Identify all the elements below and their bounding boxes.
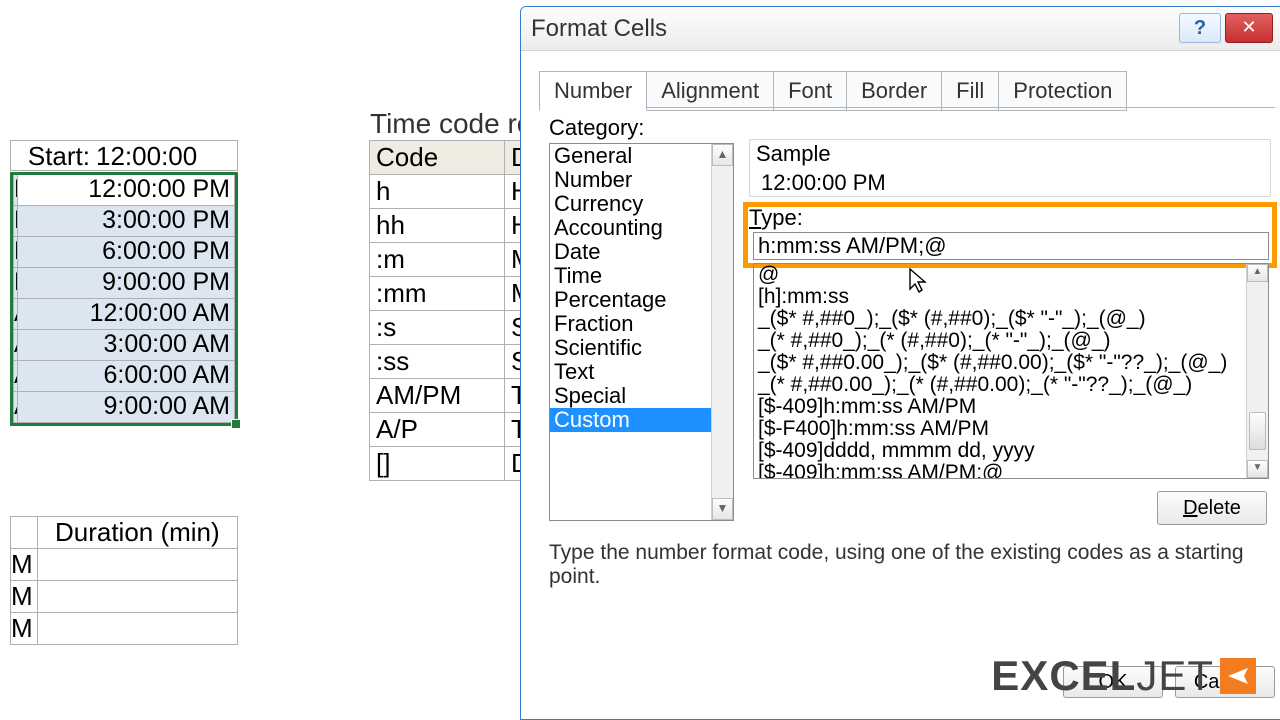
dialog-titlebar[interactable]: Format Cells ? ✕ [521, 7, 1280, 51]
format-item[interactable]: [$-F400]h:mm:ss AM/PM [754, 418, 1268, 440]
tab-font[interactable]: Font [773, 71, 847, 111]
delete-button[interactable]: Delete [1157, 491, 1267, 525]
time-row[interactable]: A3:00:00 AM [13, 330, 235, 361]
scroll-up-button[interactable]: ▲ [712, 144, 733, 166]
time-cell[interactable]: 6:00:00 AM [18, 361, 235, 392]
selection-range[interactable]: P12:00:00 PMP3:00:00 PMP6:00:00 PMP9:00:… [10, 172, 238, 426]
time-cell[interactable]: 9:00:00 PM [18, 268, 235, 299]
tab-fill[interactable]: Fill [941, 71, 999, 111]
format-cells-dialog: Format Cells ? ✕ NumberAlignmentFontBord… [520, 6, 1280, 720]
watermark-excel: EXCEL [991, 652, 1136, 700]
time-cell[interactable]: 12:00:00 PM [18, 175, 235, 206]
time-row[interactable]: P9:00:00 PM [13, 268, 235, 299]
fill-handle[interactable] [231, 419, 241, 429]
time-row[interactable]: A9:00:00 AM [13, 392, 235, 423]
time-table: Start: 12:00:00 [10, 140, 238, 171]
category-item-custom[interactable]: Custom [550, 408, 733, 432]
dialog-title: Format Cells [531, 15, 667, 43]
scroll-down-button[interactable]: ▼ [712, 498, 733, 520]
time-cell[interactable]: 3:00:00 PM [18, 206, 235, 237]
format-code-listbox[interactable]: @[h]:mm:ss_($* #,##0_);_($* (#,##0);_($*… [753, 263, 1269, 479]
format-item[interactable]: _(* #,##0.00_);_(* (#,##0.00);_(* "-"??_… [754, 374, 1268, 396]
watermark-jet: JET [1136, 652, 1214, 700]
watermark-plane-icon [1220, 658, 1256, 694]
category-item-accounting[interactable]: Accounting [550, 216, 733, 240]
dur-cell[interactable] [37, 613, 237, 645]
ref-header-code: Code [370, 141, 505, 175]
ref-code-cell[interactable]: hh [370, 209, 505, 243]
help-button[interactable]: ? [1179, 13, 1221, 43]
format-item[interactable]: _($* #,##0.00_);_($* (#,##0.00);_($* "-"… [754, 352, 1268, 374]
format-item[interactable]: [$-409]h:mm:ss AM/PM [754, 396, 1268, 418]
category-item-percentage[interactable]: Percentage [550, 288, 733, 312]
sample-value: 12:00:00 PM [761, 170, 886, 196]
start-label: Start: [11, 141, 96, 170]
tab-alignment[interactable]: Alignment [646, 71, 774, 111]
dur-left-cell[interactable]: M [11, 581, 38, 613]
tab-number[interactable]: Number [539, 71, 647, 111]
dialog-tabs: NumberAlignmentFontBorderFillProtection [539, 71, 1126, 111]
category-item-currency[interactable]: Currency [550, 192, 733, 216]
format-item[interactable]: [$-409]h:mm:ss AM/PM;@ [754, 462, 1268, 479]
time-row[interactable]: P12:00:00 PM [13, 175, 235, 206]
start-header-row: Start: 12:00:00 [10, 140, 238, 171]
format-item[interactable]: @ [754, 264, 1268, 286]
format-item[interactable]: [$-409]dddd, mmmm dd, yyyy [754, 440, 1268, 462]
time-row[interactable]: P3:00:00 PM [13, 206, 235, 237]
format-item[interactable]: _($* #,##0_);_($* (#,##0);_($* "-"_);_(@… [754, 308, 1268, 330]
format-scrollbar[interactable]: ▲ ▼ [1246, 264, 1268, 478]
category-label: Category: [549, 115, 644, 141]
duration-header: Duration (min) [37, 517, 237, 549]
close-button[interactable]: ✕ [1225, 13, 1273, 43]
category-scrollbar[interactable]: ▲ ▼ [711, 144, 733, 520]
sample-label: Sample [756, 141, 831, 167]
time-cell[interactable]: 9:00:00 AM [18, 392, 235, 423]
scroll-thumb[interactable] [1249, 412, 1266, 450]
format-item[interactable]: _(* #,##0_);_(* (#,##0);_(* "-"_);_(@_) [754, 330, 1268, 352]
ref-code-cell[interactable]: :mm [370, 277, 505, 311]
type-label: Type: [749, 205, 803, 231]
category-item-time[interactable]: Time [550, 264, 733, 288]
dur-left-header [11, 517, 38, 549]
time-cell[interactable]: 12:00:00 AM [18, 299, 235, 330]
dur-left-cell[interactable]: M [11, 549, 38, 581]
scroll-up-button[interactable]: ▲ [1247, 264, 1268, 282]
category-item-number[interactable]: Number [550, 168, 733, 192]
scroll-down-button[interactable]: ▼ [1247, 460, 1268, 478]
category-item-general[interactable]: General [550, 144, 733, 168]
category-item-text[interactable]: Text [550, 360, 733, 384]
tab-border[interactable]: Border [846, 71, 942, 111]
ref-code-cell[interactable]: AM/PM [370, 379, 505, 413]
ref-code-cell[interactable]: :s [370, 311, 505, 345]
dur-left-cell[interactable]: M [11, 613, 38, 645]
ref-code-cell[interactable]: :ss [370, 345, 505, 379]
mouse-cursor-icon [908, 267, 928, 293]
time-code-reference-table: Code D hHhhH:mM:mmM:sS:ssSAM/PMTA/PT[]D [369, 140, 540, 481]
duration-table: Duration (min) MMM [10, 516, 238, 645]
category-item-special[interactable]: Special [550, 384, 733, 408]
dur-cell[interactable] [37, 581, 237, 613]
time-row[interactable]: A12:00:00 AM [13, 299, 235, 330]
ref-code-cell[interactable]: h [370, 175, 505, 209]
dur-cell[interactable] [37, 549, 237, 581]
category-listbox[interactable]: GeneralNumberCurrencyAccountingDateTimeP… [549, 143, 734, 521]
tab-protection[interactable]: Protection [998, 71, 1127, 111]
ref-code-cell[interactable]: A/P [370, 413, 505, 447]
ref-code-cell[interactable]: :m [370, 243, 505, 277]
start-value: 12:00:00 [96, 141, 237, 170]
type-input[interactable] [753, 232, 1269, 260]
category-item-scientific[interactable]: Scientific [550, 336, 733, 360]
category-item-date[interactable]: Date [550, 240, 733, 264]
time-cell[interactable]: 3:00:00 AM [18, 330, 235, 361]
time-cell[interactable]: 6:00:00 PM [18, 237, 235, 268]
exceljet-watermark: EXCELJET [991, 652, 1256, 700]
ref-code-cell[interactable]: [] [370, 447, 505, 481]
time-row[interactable]: P6:00:00 PM [13, 237, 235, 268]
category-item-fraction[interactable]: Fraction [550, 312, 733, 336]
format-item[interactable]: [h]:mm:ss [754, 286, 1268, 308]
tab-underline [539, 107, 1275, 108]
format-hint-text: Type the number format code, using one o… [549, 541, 1280, 589]
time-row[interactable]: A6:00:00 AM [13, 361, 235, 392]
